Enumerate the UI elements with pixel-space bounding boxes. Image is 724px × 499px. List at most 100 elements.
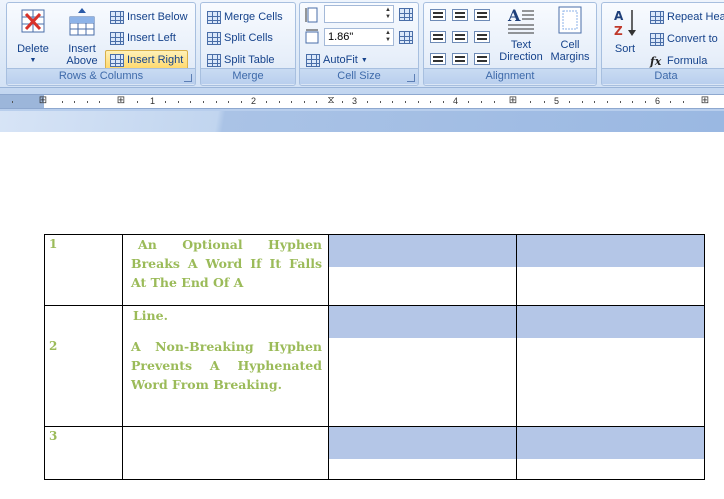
table-cell[interactable]: 1 [44, 234, 123, 306]
formula-label: Formula [667, 55, 708, 67]
cell-shading [517, 427, 704, 459]
dialog-launcher-icon[interactable] [184, 74, 192, 82]
align-bottom-center-icon[interactable] [452, 53, 468, 65]
insert-below-button[interactable]: Insert Below [107, 8, 191, 26]
ruler-tick [670, 101, 671, 103]
split-table-icon [207, 53, 221, 67]
text-direction-button[interactable]: A Text Direction [496, 5, 546, 63]
row-number: 3 [49, 429, 58, 443]
ribbon: Delete ▼ Insert Above Insert Below Inser… [0, 0, 724, 88]
ruler-tick [203, 101, 204, 103]
align-top-left-icon[interactable] [430, 9, 446, 21]
row-height-input[interactable]: ▲ ▼ [324, 5, 394, 23]
ruler-tick [216, 101, 217, 103]
merge-cells-button[interactable]: Merge Cells [207, 8, 283, 26]
autofit-icon [306, 53, 320, 67]
repeat-header-label: Repeat Hea [667, 11, 724, 23]
rows-columns-group-label: Rows & Columns [7, 68, 195, 84]
ruler-tick [137, 101, 138, 103]
table-cell[interactable] [122, 426, 329, 480]
ruler-number: 2 [251, 96, 257, 106]
delete-button[interactable]: Delete ▼ [13, 7, 53, 67]
cell-margins-button[interactable]: Cell Margins [546, 5, 594, 63]
column-marker-icon[interactable]: ⊞ [508, 95, 518, 108]
cell-paragraph: A Non-Breaking Hyphen Prevents A Hyphena… [131, 339, 322, 392]
dialog-launcher-icon[interactable] [407, 74, 415, 82]
cell-shading [517, 306, 704, 338]
table-cell[interactable]: 2 [44, 305, 123, 427]
cell-shading [517, 235, 704, 267]
ruler-tick [165, 101, 166, 103]
ruler-tick [291, 101, 292, 103]
merge-group: Merge Cells Split Cells Split Table Merg… [200, 2, 296, 86]
document-page[interactable]: 1 An Optional Hyphen Breaks A Word If It… [0, 132, 724, 499]
ruler-tick [418, 101, 419, 103]
ruler-tick [443, 101, 444, 103]
table-row: 2 Line. A Non-Breaking Hyphen Prevents A… [44, 305, 705, 427]
split-cells-label: Split Cells [224, 32, 273, 44]
split-table-button[interactable]: Split Table [207, 51, 275, 69]
alignment-group-label: Alignment [424, 68, 596, 84]
ruler-tick [405, 101, 406, 103]
align-bottom-left-icon[interactable] [430, 53, 446, 65]
distribute-columns-icon[interactable] [399, 31, 413, 44]
ruler-tick [266, 101, 267, 103]
ruler-tick [367, 101, 368, 103]
table-row: 1 An Optional Hyphen Breaks A Word If It… [44, 234, 705, 306]
convert-to-button[interactable]: Convert to [650, 30, 718, 48]
ruler-number: 1 [150, 96, 156, 106]
table-cell[interactable] [516, 426, 705, 480]
insert-right-icon [110, 53, 124, 67]
insert-left-button[interactable]: Insert Left [107, 29, 179, 47]
convert-to-text-icon [650, 32, 664, 46]
ruler-tick [87, 101, 88, 103]
autofit-button[interactable]: AutoFit ▼ [306, 52, 368, 68]
align-middle-right-icon[interactable] [474, 31, 490, 43]
column-marker-icon[interactable]: ⊞ [38, 95, 48, 108]
repeat-header-button[interactable]: Repeat Hea [650, 8, 724, 26]
align-top-center-icon[interactable] [452, 9, 468, 21]
column-width-input[interactable]: 1.86" ▲ ▼ [324, 28, 394, 46]
insert-below-icon [110, 10, 124, 24]
table-cell[interactable] [516, 305, 705, 427]
column-marker-icon[interactable]: ⊞ [116, 95, 126, 108]
insert-below-label: Insert Below [127, 11, 188, 23]
spin-arrows-icon[interactable]: ▲ ▼ [385, 7, 391, 21]
table-cell[interactable]: Line. A Non-Breaking Hyphen Prevents A H… [122, 305, 329, 427]
cell-paragraph: Line. [133, 308, 168, 323]
split-table-label: Split Table [224, 54, 275, 66]
sort-button[interactable]: A Z Sort [606, 7, 644, 55]
delete-label: Delete [17, 43, 49, 55]
split-cells-button[interactable]: Split Cells [207, 29, 273, 47]
document-table[interactable]: 1 An Optional Hyphen Breaks A Word If It… [44, 234, 705, 480]
align-middle-left-icon[interactable] [430, 31, 446, 43]
insert-left-label: Insert Left [127, 32, 176, 44]
sort-label: Sort [614, 43, 636, 55]
cell-size-group-label: Cell Size [300, 68, 418, 84]
ruler-tick [544, 101, 545, 103]
table-cell[interactable] [328, 305, 517, 427]
insert-right-button[interactable]: Insert Right [105, 50, 189, 70]
table-cell[interactable] [516, 234, 705, 306]
svg-text:A: A [507, 6, 521, 25]
indent-marker-icon[interactable]: ⧖ [326, 95, 336, 108]
table-cell[interactable] [328, 426, 517, 480]
distribute-rows-icon[interactable] [399, 8, 413, 21]
ruler-tick [530, 101, 531, 103]
insert-above-button[interactable]: Insert Above [59, 7, 105, 67]
ruler-tick [494, 101, 495, 103]
chevron-down-icon: ▼ [29, 57, 37, 64]
row-height-icon [305, 7, 319, 23]
spin-arrows-icon[interactable]: ▲ ▼ [385, 30, 391, 44]
column-marker-icon[interactable]: ⊞ [700, 95, 710, 108]
table-row: 3 [44, 426, 705, 480]
table-cell[interactable]: An Optional Hyphen Breaks A Word If It F… [122, 234, 329, 306]
table-cell[interactable]: 3 [44, 426, 123, 480]
align-middle-center-icon[interactable] [452, 31, 468, 43]
align-top-right-icon[interactable] [474, 9, 490, 21]
table-cell[interactable] [328, 234, 517, 306]
merge-group-label: Merge [201, 68, 295, 84]
horizontal-ruler[interactable]: ⊞ ⊞ ⧖ ⊞ ⊞ 1 2 3 4 5 6 [0, 94, 724, 109]
align-bottom-right-icon[interactable] [474, 53, 490, 65]
text-direction-label-2: Direction [499, 51, 543, 63]
